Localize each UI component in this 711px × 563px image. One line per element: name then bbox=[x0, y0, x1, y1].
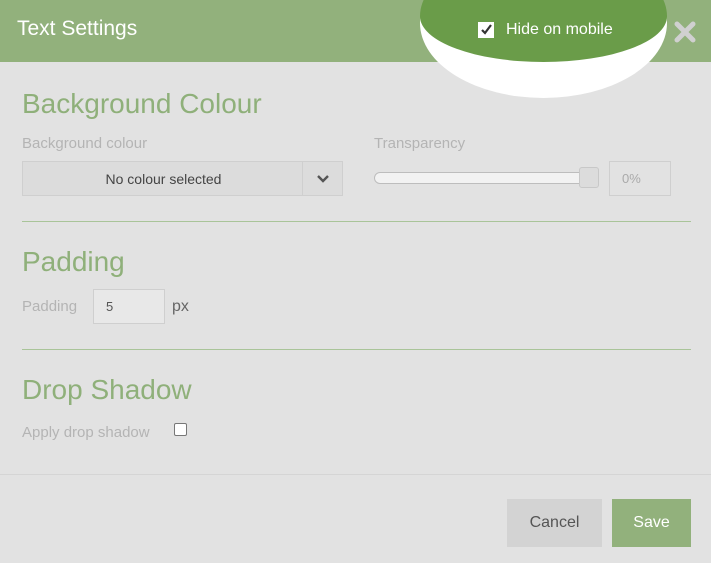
hide-on-mobile-toggle[interactable]: Hide on mobile bbox=[478, 20, 613, 40]
padding-input[interactable]: 5 bbox=[93, 289, 165, 324]
section-divider bbox=[22, 221, 691, 222]
drop-shadow-checkbox[interactable] bbox=[174, 423, 187, 436]
transparency-slider-track[interactable] bbox=[374, 172, 596, 184]
hide-on-mobile-label: Hide on mobile bbox=[506, 21, 613, 38]
transparency-value-field[interactable]: 0% bbox=[609, 161, 671, 196]
transparency-slider-thumb[interactable] bbox=[579, 167, 599, 188]
dialog-title: Text Settings bbox=[17, 17, 138, 40]
background-colour-select[interactable]: No colour selected bbox=[22, 161, 343, 196]
hide-on-mobile-checkbox[interactable] bbox=[478, 22, 494, 38]
checkmark-icon bbox=[481, 24, 492, 35]
section-divider bbox=[22, 349, 691, 350]
drop-shadow-label: Apply drop shadow bbox=[22, 424, 150, 441]
chevron-down-icon[interactable] bbox=[302, 162, 342, 195]
transparency-label: Transparency bbox=[374, 135, 466, 152]
padding-label: Padding bbox=[22, 298, 78, 315]
section-title-background: Background Colour bbox=[22, 88, 262, 119]
close-icon[interactable] bbox=[673, 20, 697, 44]
save-button[interactable]: Save bbox=[612, 499, 691, 547]
cancel-button[interactable]: Cancel bbox=[507, 499, 602, 547]
padding-unit: px bbox=[172, 298, 189, 315]
footer-divider bbox=[0, 474, 711, 475]
background-colour-label: Background colour bbox=[22, 135, 148, 152]
section-title-drop-shadow: Drop Shadow bbox=[22, 374, 192, 405]
background-colour-value: No colour selected bbox=[105, 170, 222, 187]
section-title-padding: Padding bbox=[22, 246, 125, 277]
